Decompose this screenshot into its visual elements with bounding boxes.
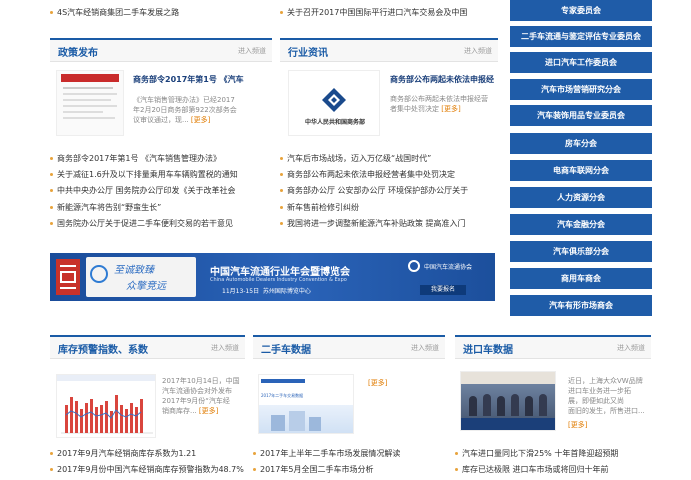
banner-subtitle: China Automobile Dealers Industry Conven… [210,277,347,283]
bullet-icon [280,11,283,14]
industry-thumbnail[interactable]: 中华人民共和国商务部 [288,70,380,136]
import-car-summary: 近日，上海大众VW品牌 进口车业务进一步拓 展，即便如此又尚 面旧的发生，所售进… [568,377,645,415]
industry-title: 行业资讯 [288,48,328,59]
banner-date: 11月13-15日 [222,288,260,295]
list-item[interactable]: 关于减征1.6升及以下排量乘用车车辆购置税的通知 [50,170,272,180]
industry-feature-headline[interactable]: 商务部公布两起未依法申报经 [390,74,498,85]
bullet-icon [253,452,256,455]
policy-title: 政策发布 [58,48,98,59]
bar-chart-icon [57,375,155,434]
policy-more-link[interactable]: 进入频道 [238,46,266,56]
top-link-left[interactable]: 4S汽车经销商集团二手车发展之路 [50,8,270,18]
inventory-summary: 2017年10月14日，中国 汽车流通协会对外发布 2017年9月份“汽车经 销… [162,377,240,415]
bullet-icon [50,189,53,192]
expo-banner[interactable]: 至诚致臻 众擎竞远 中国汽车流通行业年会暨博览会 China Automobil… [50,253,495,301]
bullet-icon [280,157,283,160]
banner-slogan-panel: 至诚致臻 众擎竞远 [86,257,196,297]
industry-more-tag[interactable]: [更多] [441,105,460,113]
bullet-icon [50,222,53,225]
list-item[interactable]: 商务部令2017年第1号 《汽车销售管理办法》 [50,154,272,164]
bullet-icon [280,189,283,192]
bullet-icon [50,206,53,209]
inventory-chart-thumbnail[interactable] [56,374,156,438]
menu-ecommerce-branch[interactable]: 电商车联网分会 [510,160,652,181]
banner-slogan-2: 众擎竞远 [126,281,166,292]
menu-market-chamber[interactable]: 汽车有形市场商会 [510,295,652,316]
policy-feature-summary: 《汽车销售管理办法》已经2017 年2月20日商务部第922次部务会 议审议通过… [133,96,237,124]
inventory-header: 库存预警指数、系数 进入频道 [50,335,245,359]
industry-feature-summary: 商务部公布两起未依法申报经营 者集中处罚决定 [更多] [390,95,488,113]
bullet-icon [280,206,283,209]
import-car-header: 进口车数据 进入频道 [455,335,651,359]
policy-feature-headline[interactable]: 商务部令2017年第1号 《汽车 [133,74,273,85]
policy-thumbnail[interactable] [56,70,124,136]
list-item[interactable]: 我国将进一步调整新能源汽车补贴政策 提高准入门 [280,219,498,229]
import-car-more-tag[interactable]: [更多] [568,420,587,430]
logo-caption: 中华人民共和国商务部 [304,119,365,126]
import-car-photo[interactable] [460,371,556,431]
menu-import-car-committee[interactable]: 进口汽车工作委员会 [510,52,652,73]
menu-club-branch[interactable]: 汽车俱乐部分会 [510,241,652,262]
doc-header-bar [61,74,119,82]
bullet-icon [455,452,458,455]
list-item[interactable]: 2017年9月份中国汽车经销商库存预警指数为48.7% [50,465,250,475]
bullet-icon [50,173,53,176]
menu-finance-branch[interactable]: 汽车金融分会 [510,214,652,235]
bullet-icon [253,468,256,471]
policy-more-tag[interactable]: [更多] [191,116,210,124]
menu-decoration-committee[interactable]: 汽车装饰用品专业委员会 [510,105,652,126]
menu-used-car-committee[interactable]: 二手车流通与鉴定评估专业委员会 [510,26,652,47]
list-item[interactable]: 新车售前检修引纠纷 [280,203,498,213]
used-car-title: 二手车数据 [261,345,311,356]
list-item[interactable]: 2017年9月汽车经销商库存系数为1.21 [50,449,250,459]
list-item[interactable]: 汽车后市场战场，迈入万亿级“战国时代” [280,154,498,164]
bullet-icon [50,11,53,14]
banner-org: 中国汽车流通协会 [424,264,473,271]
list-item[interactable]: 中共中央办公厅 国务院办公厅印发《关于改革社会 [50,186,272,196]
inventory-more-tag[interactable]: [更多] [199,407,218,415]
thumb-logo-bar [261,379,305,383]
menu-expert-committee[interactable]: 专家委员会 [510,0,652,21]
inventory-title: 库存预警指数、系数 [58,345,148,356]
industry-header: 行业资讯 进入频道 [280,38,498,62]
bullet-icon [455,468,458,471]
used-car-header: 二手车数据 进入频道 [253,335,445,359]
bullet-icon [50,157,53,160]
used-car-thumb-caption: 2017年二手车交易数据 [261,393,304,398]
menu-marketing-branch[interactable]: 汽车市场营销研究分会 [510,79,652,100]
list-item[interactable]: 库存已达极限 进口车市场或将回归十年前 [455,465,653,475]
used-car-more-link[interactable]: 进入频道 [411,343,439,353]
list-item[interactable]: 汽车进口量同比下滑25% 十年首降迎超预期 [455,449,653,459]
list-item[interactable]: 新能源汽车将告别“野蛮生长” [50,203,272,213]
list-item[interactable]: 商务部公布两起未依法申报经营者集中处罚决定 [280,170,498,180]
import-car-title: 进口车数据 [463,345,513,356]
top-link-middle[interactable]: 关于召开2017中国国际平行进口汽车交易会及中国 [280,8,498,18]
import-car-more-link[interactable]: 进入频道 [617,343,645,353]
inventory-more-link[interactable]: 进入频道 [211,343,239,353]
banner-register-button[interactable]: 我要报名 [420,285,466,295]
used-car-thumbnail[interactable]: 2017年二手车交易数据 [258,374,354,434]
menu-commercial-vehicle[interactable]: 商用车商会 [510,268,652,289]
bullet-icon [280,222,283,225]
list-item[interactable]: 国务院办公厅关于促进二手车便利交易的若干意见 [50,219,272,229]
bullet-icon [50,468,53,471]
banner-emblem-icon [56,259,80,295]
menu-rv-branch[interactable]: 房车分会 [510,133,652,154]
org-logo-icon [408,260,420,272]
list-item[interactable]: 商务部办公厅 公安部办公厅 环境保护部办公厅关于 [280,186,498,196]
banner-title: 中国汽车流通行业年会暨博览会 [210,267,350,278]
bullet-icon [50,452,53,455]
list-item[interactable]: 2017年上半年二手车市场发展情况解读 [253,449,448,459]
banner-slogan-1: 至诚致臻 [114,265,154,276]
banner-venue: 苏州国际博览中心 [262,288,311,295]
policy-header: 政策发布 进入频道 [50,38,272,62]
slogan-circle-icon [90,265,108,283]
used-car-more-tag[interactable]: [更多] [368,378,387,388]
menu-hr-branch[interactable]: 人力资源分会 [510,187,652,208]
industry-more-link[interactable]: 进入频道 [464,46,492,56]
list-item[interactable]: 2017年5月全国二手车市场分析 [253,465,448,475]
mofcom-logo-icon [322,88,346,112]
bullet-icon [280,173,283,176]
